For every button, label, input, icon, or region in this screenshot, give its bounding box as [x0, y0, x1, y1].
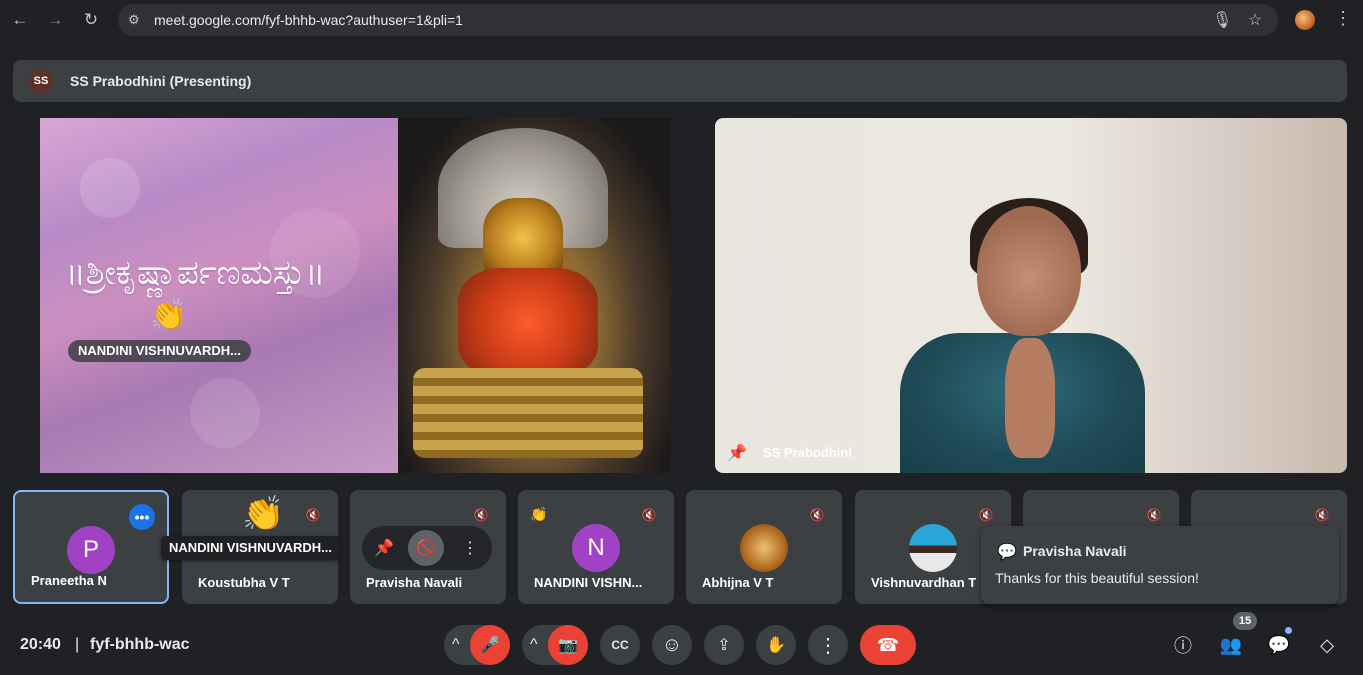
captions-button[interactable]: CC — [600, 625, 640, 665]
chat-notification[interactable]: 💬 Pravisha Navali Thanks for this beauti… — [981, 526, 1339, 604]
people-icon[interactable]: 👥 — [1216, 630, 1246, 660]
more-options-icon[interactable]: ⋮ — [452, 530, 488, 566]
meeting-code: fyf-bhhb-wac — [90, 636, 190, 653]
site-settings-icon[interactable]: ⚙ — [128, 12, 144, 28]
participant-name: NANDINI VISHN... — [534, 575, 643, 590]
deity-base — [413, 368, 643, 458]
reload-icon[interactable]: ↻ — [79, 8, 103, 32]
mic-off-icon: 🔇 — [305, 508, 321, 522]
mic-off-button[interactable]: 🎤 — [470, 625, 510, 665]
browser-toolbar: ← → ↻ ⚙ meet.google.com/fyf-bhhb-wac?aut… — [0, 0, 1363, 40]
chevron-up-icon[interactable]: ^ — [452, 636, 460, 654]
presenter-avatar: SS — [29, 69, 53, 93]
slide-text: ॥ಶ್ರೀಕೃಷ್ಣಾರ್ಪಣಮಸ್ತು॥ — [65, 253, 326, 293]
people-count-badge: 15 — [1233, 612, 1257, 630]
remote-mute-icon[interactable]: 🚫 — [408, 530, 444, 566]
clap-reaction-icon: 👏 — [242, 495, 285, 533]
meeting-info-icon[interactable]: ⓘ — [1168, 630, 1198, 660]
mic-off-icon: 🔇 — [1314, 508, 1330, 522]
back-icon[interactable]: ← — [8, 8, 32, 32]
participant-name: Abhijna V T — [702, 575, 774, 590]
speaker-name: SS Prabodhini — [763, 445, 852, 460]
avatar: N — [572, 524, 620, 572]
pin-icon[interactable]: 📌 — [727, 443, 747, 463]
participant-name: Vishnuvardhan T — [871, 575, 977, 590]
activities-icon[interactable]: ◇ — [1312, 630, 1342, 660]
speaker-face — [977, 206, 1081, 336]
participant-name: Praneetha N — [31, 573, 107, 588]
presenting-title: SS Prabodhini (Presenting) — [70, 73, 252, 89]
mic-off-icon: 🔇 — [809, 508, 825, 522]
participant-tile[interactable]: 🔇 Abhijna V T — [686, 490, 842, 604]
raise-hand-button[interactable]: ✋ — [756, 625, 796, 665]
browser-menu-icon[interactable]: ⋮ — [1334, 8, 1352, 29]
presentation-stage: ॥ಶ್ರೀಕೃಷ್ಣಾರ್ಪಣಮಸ್ತು॥ 👏 NANDINI VISHNUVA… — [40, 118, 671, 473]
address-bar[interactable]: ⚙ meet.google.com/fyf-bhhb-wac?authuser=… — [118, 4, 1278, 36]
chat-unread-dot — [1285, 627, 1292, 634]
bokeh-light — [190, 378, 260, 448]
bokeh-light — [80, 158, 140, 218]
chat-sender: Pravisha Navali — [1023, 543, 1127, 559]
clap-reaction-icon: 👏 — [150, 299, 188, 332]
mic-off-icon: 🔇 — [473, 508, 489, 522]
separator: | — [75, 636, 80, 653]
avatar — [909, 524, 957, 572]
meeting-time: 20:40 — [20, 636, 61, 653]
avatar: P — [67, 526, 115, 574]
camera-control[interactable]: ^ 📷 — [522, 625, 588, 665]
more-options-icon[interactable]: ••• — [129, 504, 155, 530]
present-button[interactable]: ⇪ — [704, 625, 744, 665]
microphone-icon[interactable]: 🎙 — [1212, 10, 1232, 30]
avatar — [740, 524, 788, 572]
deity-image — [398, 118, 671, 473]
url-text[interactable]: meet.google.com/fyf-bhhb-wac?authuser=1&… — [154, 12, 463, 28]
chat-icon[interactable]: 💬 — [1264, 630, 1294, 660]
participant-name: Pravisha Navali — [366, 575, 463, 590]
more-options-button[interactable]: ⋮ — [808, 625, 848, 665]
clap-reaction-icon: 👏 — [530, 506, 548, 522]
pin-icon[interactable]: 📌 — [366, 530, 402, 566]
deity-figure — [458, 268, 598, 378]
slide-panel: ॥ಶ್ರೀಕೃಷ್ಣಾರ್ಪಣಮಸ್ತು॥ 👏 NANDINI VISHNUVA… — [40, 118, 398, 473]
speaker-hands — [1005, 338, 1055, 458]
presenting-banner: SS SS Prabodhini (Presenting) — [13, 60, 1347, 102]
participant-tile[interactable]: ••• P Praneetha N — [13, 490, 169, 604]
tile-hover-controls: 📌 🚫 ⋮ — [362, 526, 492, 570]
reaction-name-chip: NANDINI VISHNUVARDH... — [68, 340, 251, 362]
mic-off-icon: 🔇 — [978, 508, 994, 522]
emoji-button[interactable]: ☺ — [652, 625, 692, 665]
profile-avatar[interactable] — [1295, 10, 1315, 30]
participant-tile[interactable]: 👏 🔇 N NANDINI VISHN... — [518, 490, 674, 604]
mic-control[interactable]: ^ 🎤 — [444, 625, 510, 665]
name-tooltip: NANDINI VISHNUVARDH... — [161, 536, 340, 560]
bookmark-star-icon[interactable]: ☆ — [1245, 10, 1265, 30]
mic-off-icon: 🔇 — [641, 508, 657, 522]
chat-message: Thanks for this beautiful session! — [995, 570, 1199, 586]
chat-icon: 💬 — [997, 544, 1017, 561]
speaker-video[interactable]: 📌 SS Prabodhini — [715, 118, 1347, 473]
mic-off-icon: 🔇 — [1146, 508, 1162, 522]
forward-icon[interactable]: → — [43, 8, 67, 32]
participant-name: Koustubha V T — [198, 575, 290, 590]
leave-call-button[interactable]: ☎ — [860, 625, 916, 665]
camera-off-button[interactable]: 📷 — [548, 625, 588, 665]
chevron-up-icon[interactable]: ^ — [530, 636, 538, 654]
deity-crown — [483, 198, 563, 278]
